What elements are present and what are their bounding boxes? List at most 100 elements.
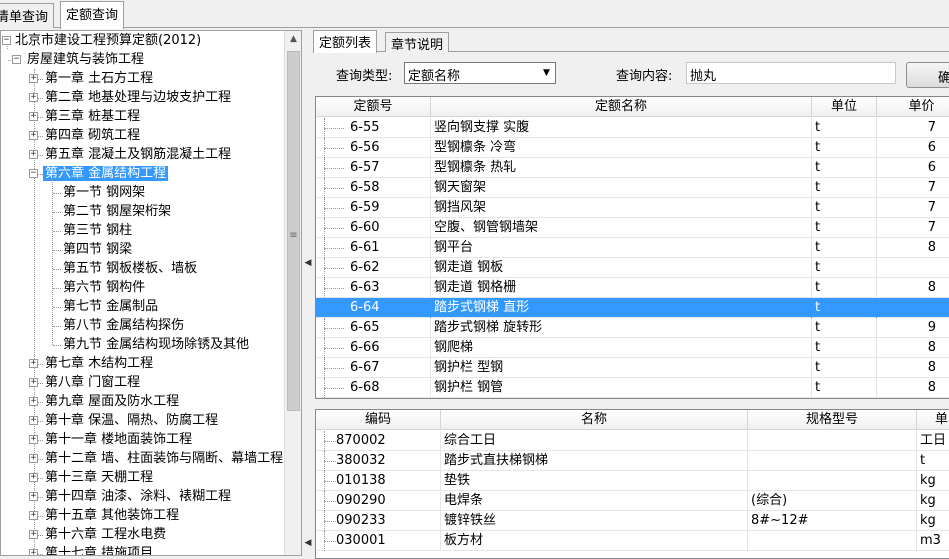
- quota-col-price[interactable]: 单价: [877, 97, 949, 117]
- tree-chapter-item[interactable]: 第六章 金属结构工程: [43, 164, 169, 183]
- tree-chapter-item[interactable]: 第二章 地基处理与边坡支护工程: [43, 88, 233, 107]
- material-col-spec[interactable]: 规格型号: [748, 410, 917, 430]
- tree-expand-icon[interactable]: +: [29, 511, 38, 520]
- tree-group-building[interactable]: 房屋建筑与装饰工程: [25, 50, 146, 69]
- tab-chapter-notes[interactable]: 章节说明: [385, 32, 450, 53]
- quota-cell: t: [812, 218, 877, 238]
- quota-row[interactable]: 6-66 钢爬梯 t 8: [316, 338, 949, 358]
- tree-expand-icon[interactable]: +: [29, 435, 38, 444]
- quota-row[interactable]: 6-60 空腹、钢管钢墙架 t 7: [316, 218, 949, 238]
- material-cell: 垫铁: [441, 471, 748, 491]
- tab-quota-query[interactable]: 定额查询: [60, 1, 125, 29]
- quota-row[interactable]: 6-61 钢平台 t 8: [316, 238, 949, 258]
- tree-expand-icon[interactable]: +: [29, 378, 38, 387]
- tree-chapter-item[interactable]: 第十七章 措施项目: [43, 544, 155, 555]
- query-content-input[interactable]: 抛丸: [686, 62, 896, 84]
- tree-section-item[interactable]: 第五节 钢板楼板、墙板: [61, 259, 199, 278]
- tree-section-item[interactable]: 第三节 钢柱: [61, 221, 134, 240]
- quota-cell: 7: [877, 118, 949, 138]
- tree-expand-icon[interactable]: +: [29, 473, 38, 482]
- tree-expand-icon[interactable]: +: [29, 74, 38, 83]
- tree-chapter-item[interactable]: 第八章 门窗工程: [43, 373, 142, 392]
- tree-expand-icon[interactable]: +: [29, 131, 38, 140]
- tree-chapter-label: 第三章 桩基工程: [45, 109, 141, 124]
- quota-row[interactable]: 6-56 型钢檩条 冷弯 t 6: [316, 138, 949, 158]
- material-col-unit[interactable]: 单: [917, 410, 949, 430]
- quota-col-unit[interactable]: 单位: [812, 97, 877, 117]
- quota-row[interactable]: 6-64 踏步式钢梯 直形 t: [316, 298, 949, 318]
- material-row[interactable]: 090290 电焊条 (综合) kg: [316, 491, 949, 511]
- tree-chapter-item[interactable]: 第十二章 墙、柱面装饰与隔断、幕墙工程: [43, 449, 285, 468]
- quota-row[interactable]: 6-57 型钢檩条 热轧 t 6: [316, 158, 949, 178]
- quota-row[interactable]: 6-58 钢天窗架 t 7: [316, 178, 949, 198]
- tree-chapter-item[interactable]: 第九章 屋面及防水工程: [43, 392, 181, 411]
- tree-section-item[interactable]: 第二节 钢屋架桁架: [61, 202, 173, 221]
- tree-expand-icon[interactable]: +: [29, 454, 38, 463]
- quota-row[interactable]: 6-68 钢护栏 钢管 t 8: [316, 378, 949, 398]
- tree-expand-icon[interactable]: +: [29, 359, 38, 368]
- tab-bill-query[interactable]: 清单查询: [0, 3, 55, 28]
- tree-chapter-item[interactable]: 第十一章 楼地面装饰工程: [43, 430, 194, 449]
- material-row[interactable]: 090233 镀锌铁丝 8#~12# kg: [316, 511, 949, 531]
- tree-root[interactable]: 北京市建设工程预算定额(2012): [13, 31, 203, 50]
- tree-chapter-item[interactable]: 第十四章 油漆、涂料、裱糊工程: [43, 487, 233, 506]
- tree-expand-icon[interactable]: +: [29, 549, 38, 555]
- tree-chapter-item[interactable]: 第十章 保温、隔热、防腐工程: [43, 411, 220, 430]
- tree-expand-icon[interactable]: +: [29, 397, 38, 406]
- collapse-left-icon-bottom[interactable]: ◀: [304, 538, 312, 548]
- tree-expand-icon[interactable]: +: [29, 150, 38, 159]
- quota-col-name[interactable]: 定额名称: [431, 97, 812, 117]
- tree-chapter-label: 第九章 屋面及防水工程: [45, 394, 180, 409]
- tree-chapter-label: 第八章 门窗工程: [45, 375, 141, 390]
- material-row[interactable]: 030001 板方材 m3: [316, 531, 949, 551]
- material-cell: [748, 471, 917, 491]
- quota-row[interactable]: 6-67 钢护栏 型钢 t 8: [316, 358, 949, 378]
- quota-row[interactable]: 6-63 钢走道 钢格栅 t 8: [316, 278, 949, 298]
- tree-expand-icon[interactable]: +: [29, 93, 38, 102]
- tree-section-item[interactable]: 第七节 金属制品: [61, 297, 160, 316]
- material-row[interactable]: 870002 综合工日 工日: [316, 431, 949, 451]
- tree-section-item[interactable]: 第六节 钢构件: [61, 278, 147, 297]
- tree-expand-icon[interactable]: +: [29, 112, 38, 121]
- quota-row[interactable]: 6-55 竖向钢支撑 实腹 t 7: [316, 118, 949, 138]
- material-col-name[interactable]: 名称: [441, 410, 748, 430]
- tree-chapter-label: 第七章 木结构工程: [45, 356, 154, 371]
- tree-section-item[interactable]: 第四节 钢梁: [61, 240, 134, 259]
- scroll-up-icon[interactable]: ▲: [285, 31, 301, 48]
- quota-row[interactable]: 6-65 踏步式钢梯 旋转形 t 9: [316, 318, 949, 338]
- quota-row[interactable]: 6-59 钢挡风架 t 7: [316, 198, 949, 218]
- tree-section-label: 第五节 钢板楼板、墙板: [63, 261, 198, 276]
- tab-quota-list[interactable]: 定额列表: [313, 30, 378, 53]
- tree-chapter-label: 第十六章 工程水电费: [45, 527, 167, 542]
- tree-chapter-item[interactable]: 第三章 桩基工程: [43, 107, 142, 126]
- tree-section-item[interactable]: 第八节 金属结构探伤: [61, 316, 186, 335]
- quota-col-code[interactable]: 定额号: [316, 97, 431, 117]
- tree-expand-icon[interactable]: +: [29, 530, 38, 539]
- chevron-down-icon[interactable]: ▼: [538, 63, 555, 83]
- tree-expand-icon[interactable]: −: [29, 169, 38, 178]
- tree-chapter-item[interactable]: 第十三章 天棚工程: [43, 468, 155, 487]
- tree-chapter-item[interactable]: 第一章 土石方工程: [43, 69, 155, 88]
- material-col-code[interactable]: 编码: [316, 410, 441, 430]
- collapse-left-icon[interactable]: ◀: [304, 258, 312, 268]
- query-type-select[interactable]: 定额名称 ▼: [404, 62, 556, 84]
- quota-cell: 钢护栏 型钢: [431, 358, 812, 378]
- tree-vertical-scrollbar[interactable]: ▲ ≡: [284, 31, 301, 555]
- panel-splitter[interactable]: ◀ ◀: [303, 30, 313, 556]
- material-row[interactable]: 010138 垫铁 kg: [316, 471, 949, 491]
- tree-group-collapse-icon[interactable]: −: [12, 55, 21, 64]
- material-row[interactable]: 380032 踏步式直扶梯钢梯 t: [316, 451, 949, 471]
- tree-chapter-item[interactable]: 第七章 木结构工程: [43, 354, 155, 373]
- confirm-button[interactable]: 确定: [906, 62, 949, 88]
- tree-chapter-item[interactable]: 第四章 砌筑工程: [43, 126, 142, 145]
- tree-chapter-item[interactable]: 第十五章 其他装饰工程: [43, 506, 181, 525]
- material-cell: 030001: [316, 531, 441, 551]
- tree-chapter-item[interactable]: 第十六章 工程水电费: [43, 525, 168, 544]
- tree-expand-icon[interactable]: +: [29, 492, 38, 501]
- tree-section-item[interactable]: 第九节 金属结构现场除锈及其他: [61, 335, 251, 354]
- tree-section-item[interactable]: 第一节 钢网架: [61, 183, 147, 202]
- tree-chapter-item[interactable]: 第五章 混凝土及钢筋混凝土工程: [43, 145, 233, 164]
- tree-expand-icon[interactable]: +: [29, 416, 38, 425]
- tree-root-collapse-icon[interactable]: −: [2, 36, 11, 45]
- quota-row[interactable]: 6-62 钢走道 钢板 t: [316, 258, 949, 278]
